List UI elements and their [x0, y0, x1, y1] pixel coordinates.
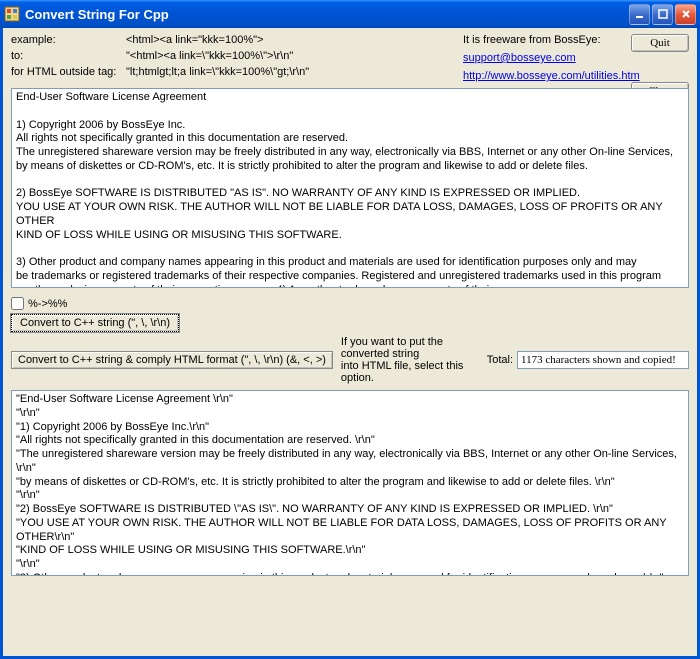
convert-cpp-html-button[interactable]: Convert to C++ string & comply HTML form…	[11, 351, 333, 369]
support-link[interactable]: support@bosseye.com	[463, 52, 576, 64]
input-textarea[interactable]	[11, 88, 689, 288]
utilities-link[interactable]: http://www.bosseye.com/utilities.htm	[463, 70, 640, 82]
titlebar[interactable]: Convert String For Cpp	[0, 0, 700, 28]
percent-checkbox[interactable]	[11, 297, 24, 310]
minimize-button[interactable]	[629, 4, 650, 25]
window-title: Convert String For Cpp	[25, 7, 629, 22]
mid-section: %->%% Convert to C++ string (", \, \r\n)…	[3, 293, 697, 388]
maximize-button[interactable]	[652, 4, 673, 25]
top-section: example: <html><a link="kkk=100%"> to: "…	[3, 28, 697, 86]
to-label: to:	[11, 50, 126, 62]
total-field[interactable]	[517, 351, 689, 369]
html-label: for HTML outside tag:	[11, 66, 126, 78]
to-value: "<html><a link=\"kkk=100%\">\r\n"	[126, 50, 446, 62]
close-button[interactable]	[675, 4, 696, 25]
html-value: "lt;htmlgt;lt;a link=\"kkk=100%\"gt;\r\n…	[126, 66, 446, 78]
hint-text: If you want to put the converted string …	[341, 336, 479, 384]
output-textarea[interactable]	[11, 390, 689, 576]
example-label: example:	[11, 34, 126, 46]
convert-cpp-button[interactable]: Convert to C++ string (", \, \r\n)	[11, 314, 179, 332]
quit-button[interactable]: Quit	[631, 34, 689, 52]
percent-checkbox-label: %->%%	[28, 298, 67, 310]
app-icon	[4, 6, 20, 22]
total-label: Total:	[487, 354, 513, 366]
client-area: example: <html><a link="kkk=100%"> to: "…	[0, 28, 700, 659]
example-value: <html><a link="kkk=100%">	[126, 34, 446, 46]
